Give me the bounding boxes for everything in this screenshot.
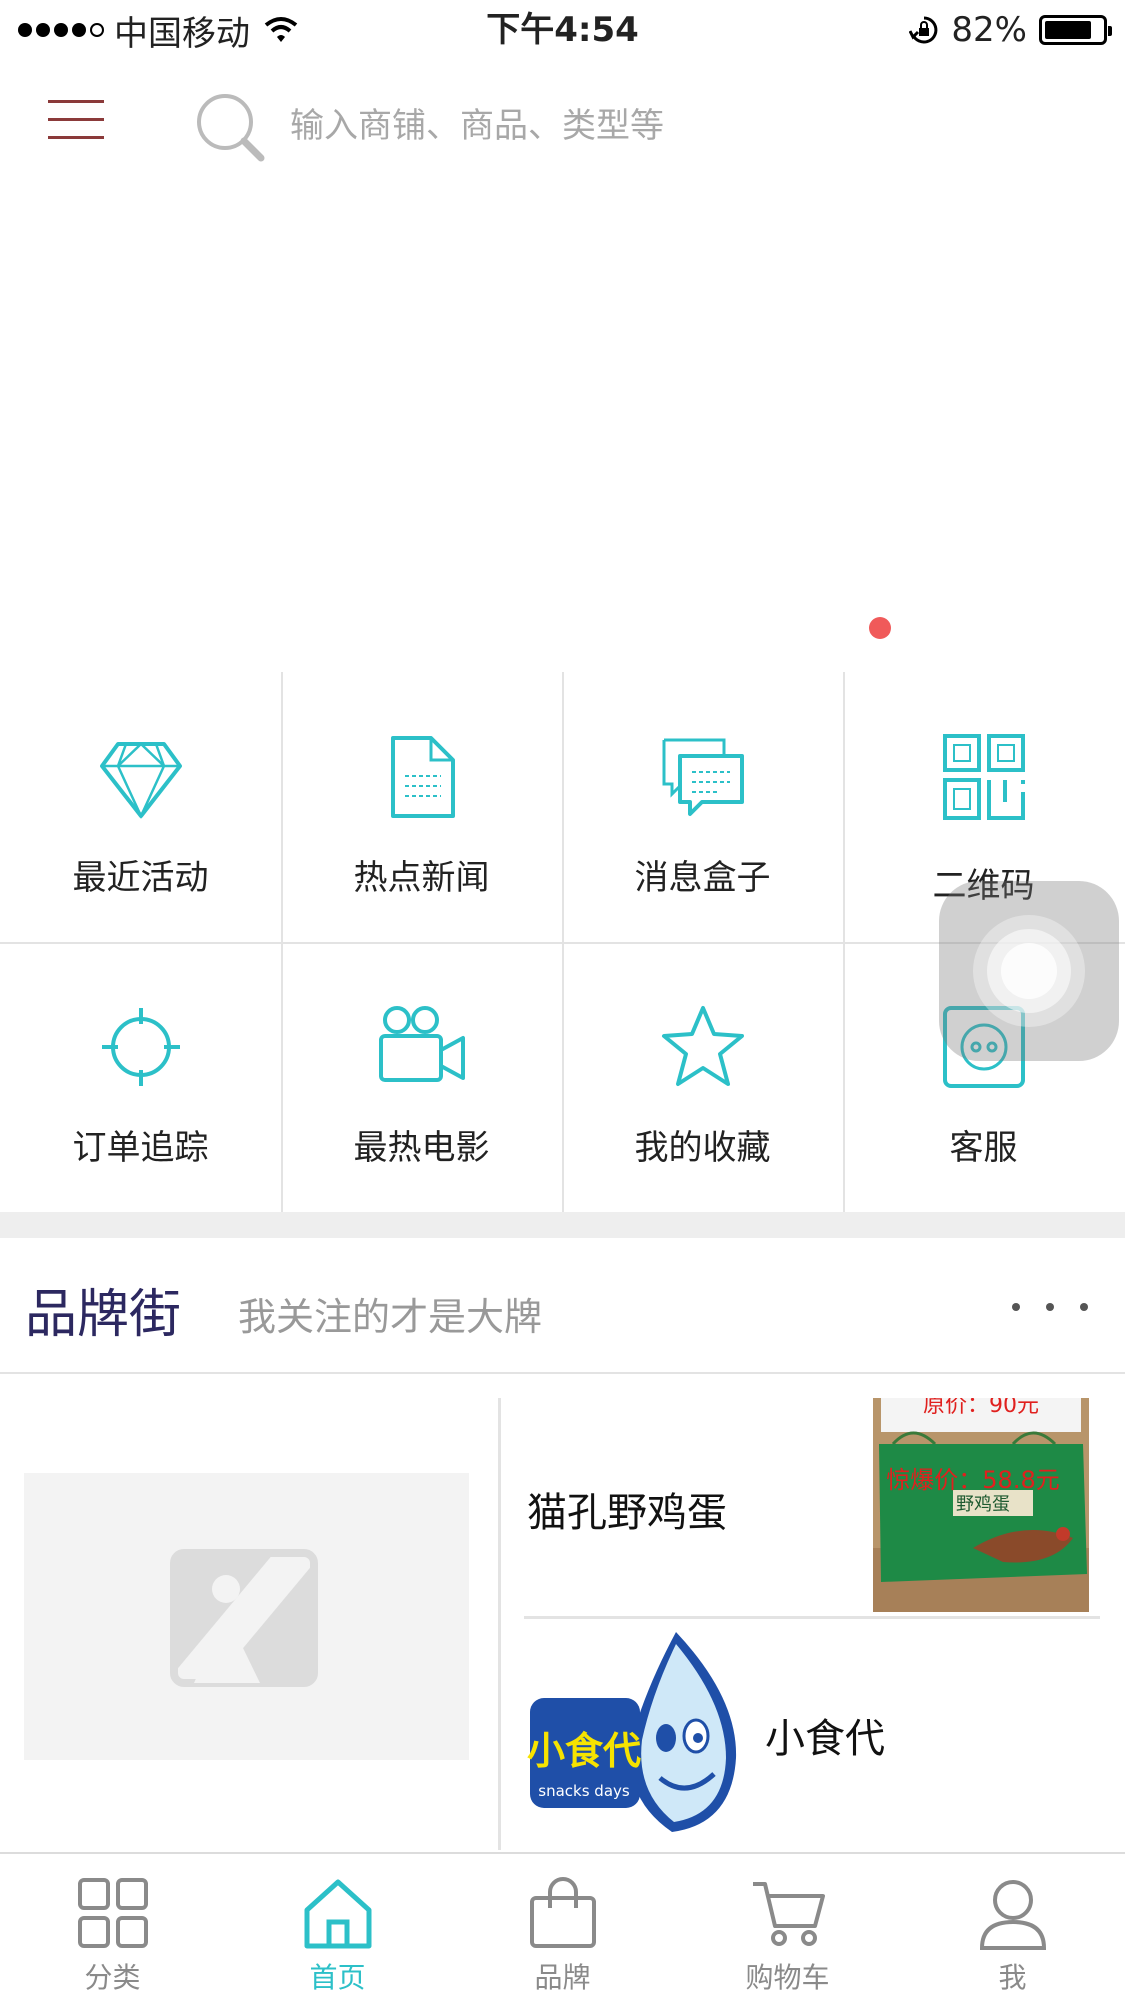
assistive-touch-button[interactable]: [939, 881, 1119, 1061]
home-icon: [304, 1879, 371, 1949]
video-camera-icon: [378, 1006, 465, 1082]
product-divider: [524, 1616, 1100, 1619]
document-icon: [390, 736, 455, 818]
grid-item-hot-news[interactable]: 热点新闻: [281, 672, 562, 942]
tab-label: 品牌: [534, 1961, 591, 1994]
image-placeholder-icon: [170, 1549, 318, 1687]
grid-item-recent-activity[interactable]: 最近活动: [0, 672, 281, 942]
grid-item-message-box[interactable]: 消息盒子: [562, 672, 843, 942]
battery-level: [1045, 21, 1091, 39]
product-image-text: 野鸡蛋: [956, 1494, 1010, 1515]
user-icon: [979, 1880, 1046, 1950]
tab-label: 购物车: [745, 1961, 830, 1994]
product-image-text: 原价：90元: [923, 1398, 1039, 1418]
battery-icon: [1039, 15, 1112, 45]
product-name[interactable]: 小食代: [765, 1706, 885, 1764]
more-icon[interactable]: [1012, 1292, 1088, 1322]
tab-label: 首页: [309, 1961, 366, 1994]
chat-icon: [662, 738, 744, 816]
grid-item-label: 最热电影: [353, 1128, 490, 1168]
brand-divider: [498, 1398, 501, 1850]
grid-item-label: 热点新闻: [353, 858, 490, 898]
orientation-lock-icon: [909, 16, 938, 44]
product-name[interactable]: 猫孔野鸡蛋: [527, 1480, 727, 1538]
product-image-pheasant-eggs[interactable]: 原价：90元 惊爆价：58.8元 野鸡蛋: [873, 1398, 1089, 1612]
featured-brand-image[interactable]: [24, 1473, 469, 1760]
brand-street-title: 品牌街: [25, 1285, 182, 1345]
product-image-text: 惊爆价：58.8元: [886, 1466, 1059, 1494]
tab-category[interactable]: 分类: [0, 1854, 225, 2001]
brand-street-body: 猫孔野鸡蛋 原价：90元 惊爆价：58.8元 野鸡蛋 小食代 snacks da…: [0, 1376, 1125, 1852]
grid-item-order-tracking[interactable]: 订单追踪: [0, 942, 281, 1212]
tab-brand[interactable]: 品牌: [450, 1854, 675, 2001]
menu-icon[interactable]: [48, 98, 108, 142]
grid-item-my-favorites[interactable]: 我的收藏: [562, 942, 843, 1212]
status-bar: 中国移动 下午4:54 82%: [0, 0, 1125, 60]
section-divider: [0, 1212, 1125, 1238]
bottom-tab-bar: 分类 首页 品牌 购物车 我: [0, 1852, 1125, 2001]
banner-carousel[interactable]: [0, 188, 1125, 648]
product-image-text: 小食代: [527, 1729, 641, 1773]
grid-item-label: 我的收藏: [634, 1128, 771, 1168]
search-header: [0, 62, 1125, 188]
tab-label: 我: [998, 1961, 1027, 1994]
diamond-icon: [99, 742, 182, 819]
tab-me[interactable]: 我: [900, 1854, 1125, 2001]
tab-home[interactable]: 首页: [225, 1854, 450, 2001]
brand-street-header: 品牌街 我关注的才是大牌: [0, 1238, 1125, 1374]
grid-item-label: 消息盒子: [634, 858, 771, 898]
grid-item-label: 最近活动: [72, 858, 209, 898]
star-icon: [661, 1006, 744, 1086]
tab-cart[interactable]: 购物车: [675, 1854, 900, 2001]
grid-item-label: 客服: [949, 1128, 1018, 1168]
status-right: 82%: [909, 8, 1112, 52]
grid-icon: [77, 1878, 148, 1948]
qr-code-icon: [942, 734, 1025, 820]
product-image-text: snacks days: [538, 1782, 630, 1800]
cart-icon: [752, 1882, 825, 1946]
grid-item-hot-movies[interactable]: 最热电影: [281, 942, 562, 1212]
brand-street-subtitle: 我关注的才是大牌: [238, 1295, 543, 1339]
search-input[interactable]: [290, 96, 1070, 156]
search-icon[interactable]: [193, 90, 269, 166]
crosshair-icon: [101, 1008, 180, 1086]
tab-label: 分类: [84, 1961, 141, 1994]
product-image-snacks-days-logo[interactable]: 小食代 snacks days: [526, 1628, 742, 1840]
banner-page-indicator: [869, 617, 891, 639]
shopping-bag-icon: [529, 1877, 596, 1948]
battery-percent: 82%: [951, 10, 1027, 50]
grid-item-label: 订单追踪: [72, 1128, 209, 1168]
